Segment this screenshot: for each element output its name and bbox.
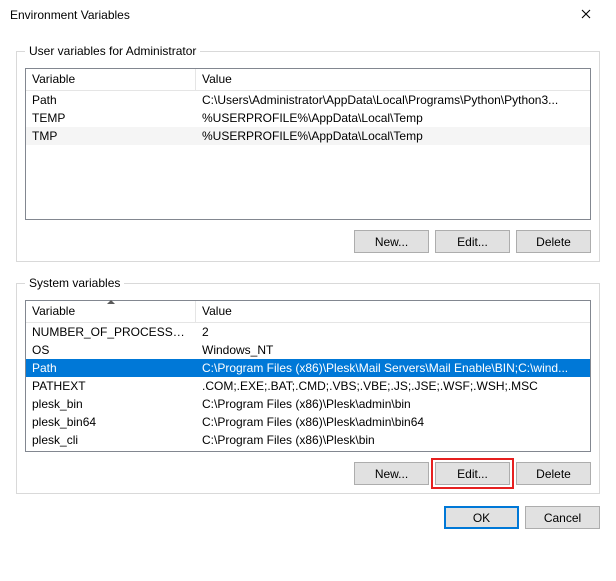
cancel-button[interactable]: Cancel [525,506,600,529]
cell-variable: PATHEXT [26,378,196,394]
cell-variable: Path [26,360,196,376]
system-group-legend: System variables [25,276,124,290]
table-row[interactable]: Path C:\Users\Administrator\AppData\Loca… [26,91,590,109]
cell-variable: plesk_bin [26,396,196,412]
cell-value: %USERPROFILE%\AppData\Local\Temp [196,110,590,126]
column-variable-label: Variable [32,304,75,318]
table-row[interactable]: OS Windows_NT [26,341,590,359]
list-body[interactable]: Path C:\Users\Administrator\AppData\Loca… [26,91,590,219]
edit-button[interactable]: Edit... [435,462,510,485]
table-row[interactable]: plesk_bin C:\Program Files (x86)\Plesk\a… [26,395,590,413]
cell-variable: NUMBER_OF_PROCESSORS [26,324,196,340]
table-row[interactable]: plesk_cli C:\Program Files (x86)\Plesk\b… [26,431,590,449]
user-variables-group: User variables for Administrator Variabl… [16,44,600,262]
cell-value: C:\Program Files (x86)\Plesk\bin [196,432,590,448]
table-row[interactable]: TMP %USERPROFILE%\AppData\Local\Temp [26,127,590,145]
title-bar: Environment Variables [0,0,616,30]
delete-button[interactable]: Delete [516,462,591,485]
table-row-selected[interactable]: Path C:\Program Files (x86)\Plesk\Mail S… [26,359,590,377]
cell-variable: plesk_bin64 [26,414,196,430]
cell-value: C:\Program Files (x86)\Plesk\admin\bin64 [196,414,590,430]
window-title: Environment Variables [10,8,566,22]
user-group-legend: User variables for Administrator [25,44,200,58]
cell-variable: plesk_cli [26,432,196,448]
cell-value: .COM;.EXE;.BAT;.CMD;.VBS;.VBE;.JS;.JSE;.… [196,378,590,394]
close-button[interactable] [566,1,606,29]
ok-button[interactable]: OK [444,506,519,529]
cell-value: C:\Program Files (x86)\Plesk\admin\bin [196,396,590,412]
table-row[interactable] [26,449,590,451]
new-button[interactable]: New... [354,230,429,253]
new-button[interactable]: New... [354,462,429,485]
cell-variable: Path [26,92,196,108]
system-variables-list[interactable]: Variable Value NUMBER_OF_PROCESSORS 2 OS… [25,300,591,452]
cell-value: Windows_NT [196,342,590,358]
list-body[interactable]: NUMBER_OF_PROCESSORS 2 OS Windows_NT Pat… [26,323,590,451]
table-row[interactable]: plesk_bin64 C:\Program Files (x86)\Plesk… [26,413,590,431]
cell-value: C:\Users\Administrator\AppData\Local\Pro… [196,92,590,108]
list-header: Variable Value [26,301,590,323]
dialog-buttons-row: OK Cancel [0,494,616,539]
edit-button-highlight: Edit... [435,462,510,485]
edit-button[interactable]: Edit... [435,230,510,253]
column-value[interactable]: Value [196,69,590,90]
system-variables-group: System variables Variable Value NUMBER_O… [16,276,600,494]
column-variable[interactable]: Variable [26,301,196,322]
cell-variable: TEMP [26,110,196,126]
cell-variable: TMP [26,128,196,144]
close-icon [581,8,591,22]
cell-value: 2 [196,324,590,340]
cell-variable: OS [26,342,196,358]
user-variables-list[interactable]: Variable Value Path C:\Users\Administrat… [25,68,591,220]
table-row[interactable]: PATHEXT .COM;.EXE;.BAT;.CMD;.VBS;.VBE;.J… [26,377,590,395]
column-value[interactable]: Value [196,301,590,322]
list-header: Variable Value [26,69,590,91]
cell-value: %USERPROFILE%\AppData\Local\Temp [196,128,590,144]
sort-ascending-icon [107,300,115,304]
user-buttons-row: New... Edit... Delete [25,230,591,253]
system-buttons-row: New... Edit... Delete [25,462,591,485]
column-variable[interactable]: Variable [26,69,196,90]
table-row[interactable]: TEMP %USERPROFILE%\AppData\Local\Temp [26,109,590,127]
table-row[interactable]: NUMBER_OF_PROCESSORS 2 [26,323,590,341]
cell-value: C:\Program Files (x86)\Plesk\Mail Server… [196,360,590,376]
delete-button[interactable]: Delete [516,230,591,253]
